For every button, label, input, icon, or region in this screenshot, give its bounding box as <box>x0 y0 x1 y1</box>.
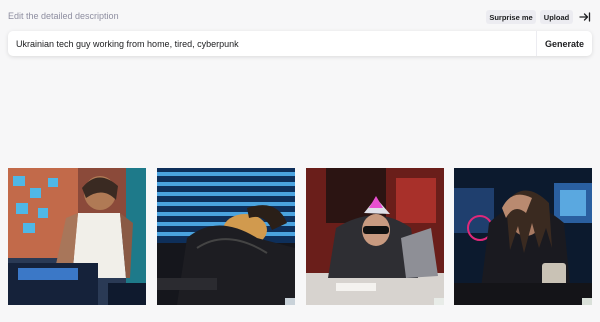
prompt-bar: Generate <box>8 31 592 56</box>
prompt-input[interactable] <box>8 31 536 56</box>
result-image-3[interactable] <box>306 168 444 305</box>
collapse-right-icon[interactable] <box>578 10 592 24</box>
surprise-me-button[interactable]: Surprise me <box>486 10 536 24</box>
result-image-2[interactable] <box>157 168 295 305</box>
generate-button[interactable]: Generate <box>536 31 592 56</box>
upload-button[interactable]: Upload <box>540 10 573 24</box>
result-image-4[interactable] <box>454 168 592 305</box>
prompt-hint: Edit the detailed description <box>8 11 119 21</box>
result-image-1[interactable] <box>8 168 146 305</box>
